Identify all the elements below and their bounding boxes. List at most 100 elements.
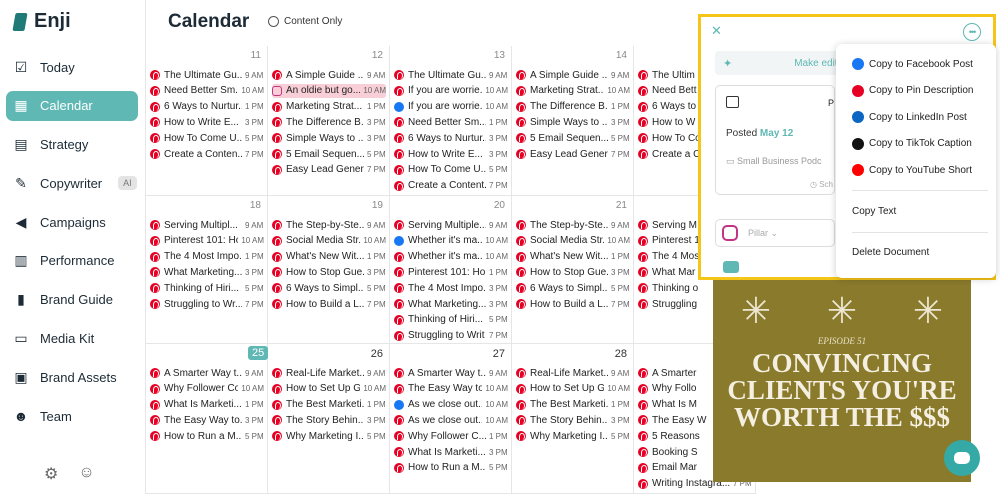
calendar-post[interactable]: Marketing Strat... 10 AM	[516, 84, 630, 98]
calendar-post[interactable]: The Easy Way to...10 AM	[394, 382, 508, 396]
profile-icon[interactable]: ☺	[78, 464, 94, 484]
calendar-post[interactable]: If you are worrie... 10 AM	[394, 84, 508, 98]
sidebar-item-performance[interactable]: ▥ Performance	[6, 246, 138, 276]
calendar-post[interactable]: The Difference B... 1 PM	[516, 100, 630, 114]
sidebar-item-campaigns[interactable]: ◀ Campaigns	[6, 207, 138, 237]
calendar-post[interactable]: Struggling to Wr... 7 PM	[150, 297, 264, 311]
calendar-post[interactable]: What Marketing... 3 PM	[394, 297, 508, 311]
calendar-post[interactable]: Whether it's ma... 10 AM	[394, 250, 508, 264]
calendar-post[interactable]: Whether it's ma... 10 AM	[394, 234, 508, 248]
calendar-day[interactable]: 14 A Simple Guide ... 9 AM Marketing Strat.…	[512, 46, 634, 196]
schedule-label[interactable]: ◷ Sch	[810, 180, 833, 189]
calendar-post[interactable]: Serving Multipl... 9 AM	[150, 218, 264, 232]
calendar-post[interactable]: Thinking of Hiri... 5 PM	[150, 281, 264, 295]
calendar-post[interactable]: Marketing Strat... 1 PM	[272, 100, 386, 114]
calendar-post[interactable]: How to Stop Gue... 3 PM	[272, 265, 386, 279]
sidebar-item-brand-assets[interactable]: ▣ Brand Assets	[6, 362, 138, 392]
sidebar-item-today[interactable]: ☑ Today	[6, 52, 138, 82]
calendar-post[interactable]: Real-Life Market... 9 AM	[516, 366, 630, 380]
content-only-filter[interactable]: Content Only	[268, 16, 342, 27]
calendar-post[interactable]: The Step-by-Ste... 9 AM	[272, 218, 386, 232]
calendar-post[interactable]: If you are worrie... 10 AM	[394, 100, 508, 114]
calendar-post[interactable]: The 4 Most Impo... 3 PM	[394, 281, 508, 295]
calendar-post[interactable]: Why Follower Co...10 AM	[150, 382, 264, 396]
calendar-post[interactable]: As we close out... 10 AM	[394, 413, 508, 427]
sidebar-item-media-kit[interactable]: ▭ Media Kit	[6, 324, 138, 354]
calendar-post[interactable]: Struggling to Writ 7 PM	[394, 329, 508, 343]
calendar-day[interactable]: 19 The Step-by-Ste... 9 AM Social Media Str…	[268, 196, 390, 344]
app-logo[interactable]: Enji	[12, 10, 71, 33]
calendar-day[interactable]: 25 A Smarter Way t...9 AM Why Follower Co.…	[146, 344, 269, 494]
calendar-day[interactable]: 18 Serving Multipl... 9 AM Pinterest 101: H…	[146, 196, 268, 344]
calendar-post[interactable]: The Ultimate Gu... 9 AM	[394, 68, 508, 82]
calendar-post[interactable]: How to Build a L... 7 PM	[516, 297, 630, 311]
calendar-post[interactable]: 6 Ways to Nurtur... 3 PM	[394, 131, 508, 145]
calendar-post[interactable]: 6 Ways to Simpl... 5 PM	[272, 281, 386, 295]
delete-document-item[interactable]: Delete Document	[852, 247, 929, 258]
calendar-day[interactable]: 28 Real-Life Market... 9 AM How to Set Up G…	[512, 344, 634, 494]
calendar-post[interactable]: Social Media Str... 10 AM	[516, 234, 630, 248]
calendar-day[interactable]: 27 A Smarter Way t...9 AM The Easy Way to.…	[390, 344, 512, 494]
menu-item-pinterest[interactable]: Copy to Pin Description	[852, 84, 974, 97]
menu-item-youtube[interactable]: Copy to YouTube Short	[852, 164, 972, 177]
calendar-post[interactable]: How to Build a L... 7 PM	[272, 297, 386, 311]
calendar-post[interactable]: 5 Email Sequen... 5 PM	[272, 147, 386, 161]
calendar-post[interactable]: An oldie but go... 10 AM	[272, 83, 386, 98]
sidebar-item-calendar[interactable]: ▦ Calendar	[6, 90, 138, 121]
calendar-post[interactable]: A Smarter Way t... 9 AM	[394, 366, 508, 380]
calendar-post[interactable]: Easy Lead Gener... 7 PM	[516, 147, 630, 161]
calendar-day[interactable]: 20 Serving Multiple... 9 AM Whether it's ma…	[390, 196, 512, 344]
calendar-post[interactable]: A Simple Guide ... 9 AM	[272, 68, 386, 82]
calendar-post[interactable]: How to Set Up G...10 AM	[516, 382, 630, 396]
calendar-post[interactable]: How to Write E... 3 PM	[150, 115, 264, 129]
calendar-post[interactable]: Create a Content... 7 PM	[394, 179, 508, 193]
calendar-post[interactable]: As we close out... 10 AM	[394, 398, 508, 412]
menu-item-facebook[interactable]: Copy to Facebook Post	[852, 58, 973, 70]
calendar-post[interactable]: How to Stop Gue... 3 PM	[516, 265, 630, 279]
calendar-post[interactable]: Easy Lead Gener... 7 PM	[272, 163, 386, 177]
calendar-post[interactable]: Pinterest 101: Ho...10 AM	[150, 234, 264, 248]
calendar-day[interactable]: 21 The Step-by-Ste... 9 AM Social Media Str…	[512, 196, 634, 344]
calendar-post[interactable]: How To Come U... 5 PM	[394, 163, 508, 177]
calendar-post[interactable]: How to Set Up G...10 AM	[272, 382, 386, 396]
calendar-post[interactable]: A Smarter Way t... 9 AM	[150, 366, 264, 380]
pillar-selector[interactable]: Pillar ⌄	[715, 219, 835, 247]
calendar-post[interactable]: Pinterest 101: Ho... 1 PM	[394, 265, 508, 279]
menu-item-tiktok[interactable]: Copy to TikTok Caption	[852, 137, 972, 150]
sidebar-item-strategy[interactable]: ▤ Strategy	[6, 130, 138, 160]
calendar-post[interactable]: The Best Marketi... 1 PM	[516, 398, 630, 412]
more-options-icon[interactable]: •••	[963, 23, 981, 41]
menu-item-linkedin[interactable]: Copy to LinkedIn Post	[852, 111, 967, 124]
calendar-post[interactable]: Serving Multiple... 9 AM	[394, 218, 508, 232]
calendar-post[interactable]: Thinking of Hiri... 5 PM	[394, 313, 508, 327]
calendar-post[interactable]: 5 Email Sequen... 5 PM	[516, 131, 630, 145]
sidebar-item-brand-guide[interactable]: ▮ Brand Guide	[6, 285, 138, 315]
calendar-day[interactable]: 26 Real-Life Market... 9 AM How to Set Up G…	[268, 344, 390, 494]
calendar-post[interactable]: What Marketing... 3 PM	[150, 265, 264, 279]
calendar-post[interactable]: How To Come U... 5 PM	[150, 131, 264, 145]
sidebar-item-copywriter[interactable]: ✎ Copywriter AI	[6, 168, 138, 198]
calendar-day[interactable]: 12 A Simple Guide ... 9 AM An oldie but go.…	[268, 46, 390, 196]
calendar-post[interactable]: Why Follower C... 1 PM	[394, 429, 508, 443]
calendar-post[interactable]: What Is Marketi... 1 PM	[150, 398, 264, 412]
calendar-post[interactable]: The Story Behin... 3 PM	[272, 413, 386, 427]
calendar-post[interactable]: Social Media Str... 10 AM	[272, 234, 386, 248]
calendar-post[interactable]: Why Marketing I... 5 PM	[516, 429, 630, 443]
close-icon[interactable]: ✕	[711, 23, 722, 39]
chat-support-button[interactable]	[944, 440, 980, 476]
calendar-post[interactable]: Why Marketing I... 5 PM	[272, 429, 386, 443]
calendar-post[interactable]: The 4 Most Impo... 1 PM	[150, 250, 264, 264]
calendar-post[interactable]: What's New Wit... 1 PM	[272, 250, 386, 264]
calendar-post[interactable]: What Is Marketi... 3 PM	[394, 445, 508, 459]
calendar-post[interactable]: The Ultimate Gu... 9 AM	[150, 68, 264, 82]
calendar-post[interactable]: 6 Ways to Nurtur... 1 PM	[150, 100, 264, 114]
calendar-post[interactable]: 6 Ways to Simpl... 5 PM	[516, 281, 630, 295]
tag-icon[interactable]	[723, 261, 739, 273]
sidebar-item-team[interactable]: ☻ Team	[6, 401, 138, 431]
calendar-post[interactable]: Simple Ways to ... 3 PM	[272, 131, 386, 145]
calendar-post[interactable]: The Story Behin... 3 PM	[516, 413, 630, 427]
calendar-post[interactable]: Simple Ways to ... 3 PM	[516, 115, 630, 129]
calendar-post[interactable]: What's New Wit... 1 PM	[516, 250, 630, 264]
make-edit-button[interactable]: ✦ Make edit	[715, 51, 845, 75]
calendar-post[interactable]: Need Better Sm... 10 AM	[150, 84, 264, 98]
